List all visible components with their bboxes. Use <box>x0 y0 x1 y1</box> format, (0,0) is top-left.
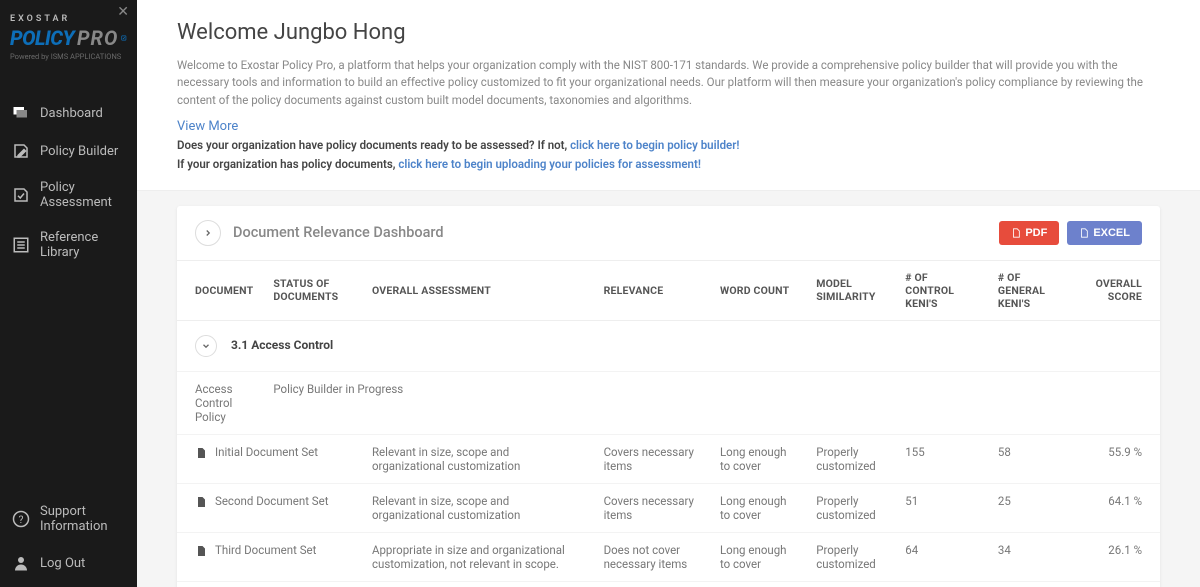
intro-text: Welcome to Exostar Policy Pro, a platfor… <box>177 57 1160 109</box>
cell-control: 64 <box>895 532 988 581</box>
cell-wordcount: Long enough to cover <box>710 434 806 483</box>
nav-label: Support Information <box>40 504 125 534</box>
sub-doc: Access Control Policy <box>177 371 263 434</box>
cell-similarity: Properly customized <box>806 483 895 532</box>
table-row: Third Document SetAppropriate in size an… <box>177 532 1160 581</box>
edit-icon <box>12 142 30 160</box>
export-excel-button[interactable]: EXCEL <box>1067 221 1142 245</box>
cell-score: 26.1 % <box>1080 532 1160 581</box>
cell-doc: Initial Document Set <box>177 434 362 483</box>
col-wordcount: WORD COUNT <box>710 261 806 321</box>
cell-assessment: Relevant in size, scope and organization… <box>362 434 594 483</box>
begin-upload-link[interactable]: click here to begin uploading your polic… <box>398 157 701 171</box>
nav-label: Reference Library <box>40 230 125 260</box>
col-general: # OF GENERAL KENI'S <box>988 261 1081 321</box>
col-control: # OF CONTROL KENI'S <box>895 261 988 321</box>
nav-label: Dashboard <box>40 106 103 121</box>
table-row: Initial Document SetRelevant in size, sc… <box>177 434 1160 483</box>
brand-line1: EXOSTAR <box>10 14 127 24</box>
cell-doc: Fourth Document Set <box>177 581 362 587</box>
document-icon <box>195 446 207 460</box>
cell-relevance: Covers necessary items <box>594 434 710 483</box>
cell-general: 95 <box>988 581 1081 587</box>
view-more-link[interactable]: View More <box>177 119 238 134</box>
cell-general: 34 <box>988 532 1081 581</box>
brand-name2: PRO <box>77 26 118 50</box>
table-row: Second Document SetRelevant in size, sco… <box>177 483 1160 532</box>
excel-icon <box>1079 228 1089 238</box>
nav-label: Log Out <box>40 556 85 571</box>
panel-toggle[interactable] <box>195 220 221 246</box>
cell-relevance: Does not cover necessary items <box>594 581 710 587</box>
cell-wordcount: Long enough to cover <box>710 483 806 532</box>
btn-label: EXCEL <box>1093 227 1130 239</box>
brand-tagline: Powered by ISMS APPLICATIONS <box>10 52 127 61</box>
cell-score: 55.9 % <box>1080 434 1160 483</box>
col-status: STATUS OF DOCUMENTS <box>263 261 362 321</box>
page-title: Welcome Jungbo Hong <box>177 20 1160 45</box>
cell-control: 155 <box>895 434 988 483</box>
pdf-icon <box>1011 228 1021 238</box>
col-similarity: MODEL SIMILARITY <box>806 261 895 321</box>
cell-general: 58 <box>988 434 1081 483</box>
help-icon: ? <box>12 510 30 528</box>
welcome-block: Welcome Jungbo Hong Welcome to Exostar P… <box>137 0 1200 191</box>
brand-name1: POLICY <box>10 26 74 50</box>
sidebar: ✕ EXOSTAR POLICY PRO Powered by ISMS APP… <box>0 0 137 587</box>
cell-relevance: Covers necessary items <box>594 483 710 532</box>
table-row: Fourth Document SetAppropriate in organi… <box>177 581 1160 587</box>
dashboard-icon <box>12 104 30 122</box>
section-toggle[interactable] <box>195 335 217 357</box>
sub-status: Policy Builder in Progress <box>263 371 1160 434</box>
cell-general: 25 <box>988 483 1081 532</box>
chevron-right-icon <box>203 228 213 238</box>
btn-label: PDF <box>1025 227 1047 239</box>
sidebar-item-policy-assessment[interactable]: Policy Assessment <box>0 170 137 220</box>
col-score: OVERALL SCORE <box>1080 261 1160 321</box>
cell-similarity: Properly customized <box>806 434 895 483</box>
cell-similarity: Properly customized <box>806 581 895 587</box>
cell-assessment: Relevant in size, scope and organization… <box>362 483 594 532</box>
col-document: DOCUMENT <box>177 261 263 321</box>
export-pdf-button[interactable]: PDF <box>999 221 1059 245</box>
cell-wordcount: Long enough to cover <box>710 532 806 581</box>
document-icon <box>195 544 207 558</box>
prompt2-text: If your organization has policy document… <box>177 157 398 171</box>
sidebar-item-logout[interactable]: Log Out <box>0 544 137 582</box>
prompt1-text: Does your organization have policy docum… <box>177 138 570 152</box>
sidebar-item-dashboard[interactable]: Dashboard <box>0 94 137 132</box>
library-icon <box>12 236 30 254</box>
user-icon <box>12 554 30 572</box>
nav-label: Policy Builder <box>40 144 118 159</box>
relevance-panel: Document Relevance Dashboard PDF EXCEL <box>177 206 1160 587</box>
cell-score: 64.1 % <box>1080 483 1160 532</box>
begin-builder-link[interactable]: click here to begin policy builder! <box>570 138 739 152</box>
cell-relevance: Does not cover necessary items <box>594 532 710 581</box>
cell-assessment: Appropriate in size and organizational c… <box>362 532 594 581</box>
cell-control: 211 <box>895 581 988 587</box>
close-icon[interactable]: ✕ <box>117 4 129 20</box>
sidebar-item-reference-library[interactable]: Reference Library <box>0 220 137 270</box>
sidebar-item-support[interactable]: ? Support Information <box>0 494 137 544</box>
svg-text:?: ? <box>19 513 24 526</box>
cell-doc: Second Document Set <box>177 483 362 532</box>
cell-assessment: Appropriate in organizational customizat… <box>362 581 594 587</box>
cell-wordcount: Not long enough to cover <box>710 581 806 587</box>
cell-similarity: Properly customized <box>806 532 895 581</box>
sidebar-item-policy-builder[interactable]: Policy Builder <box>0 132 137 170</box>
document-icon <box>195 495 207 509</box>
check-doc-icon <box>12 186 30 204</box>
cell-score: 38.1 % <box>1080 581 1160 587</box>
panel-title: Document Relevance Dashboard <box>233 224 991 241</box>
section-title: 3.1 Access Control <box>231 338 333 352</box>
col-relevance: RELEVANCE <box>594 261 710 321</box>
cell-doc: Third Document Set <box>177 532 362 581</box>
nav-label: Policy Assessment <box>40 180 125 210</box>
check-box-icon <box>121 30 127 46</box>
relevance-table: DOCUMENT STATUS OF DOCUMENTS OVERALL ASS… <box>177 261 1160 587</box>
col-assessment: OVERALL ASSESSMENT <box>362 261 594 321</box>
cell-control: 51 <box>895 483 988 532</box>
